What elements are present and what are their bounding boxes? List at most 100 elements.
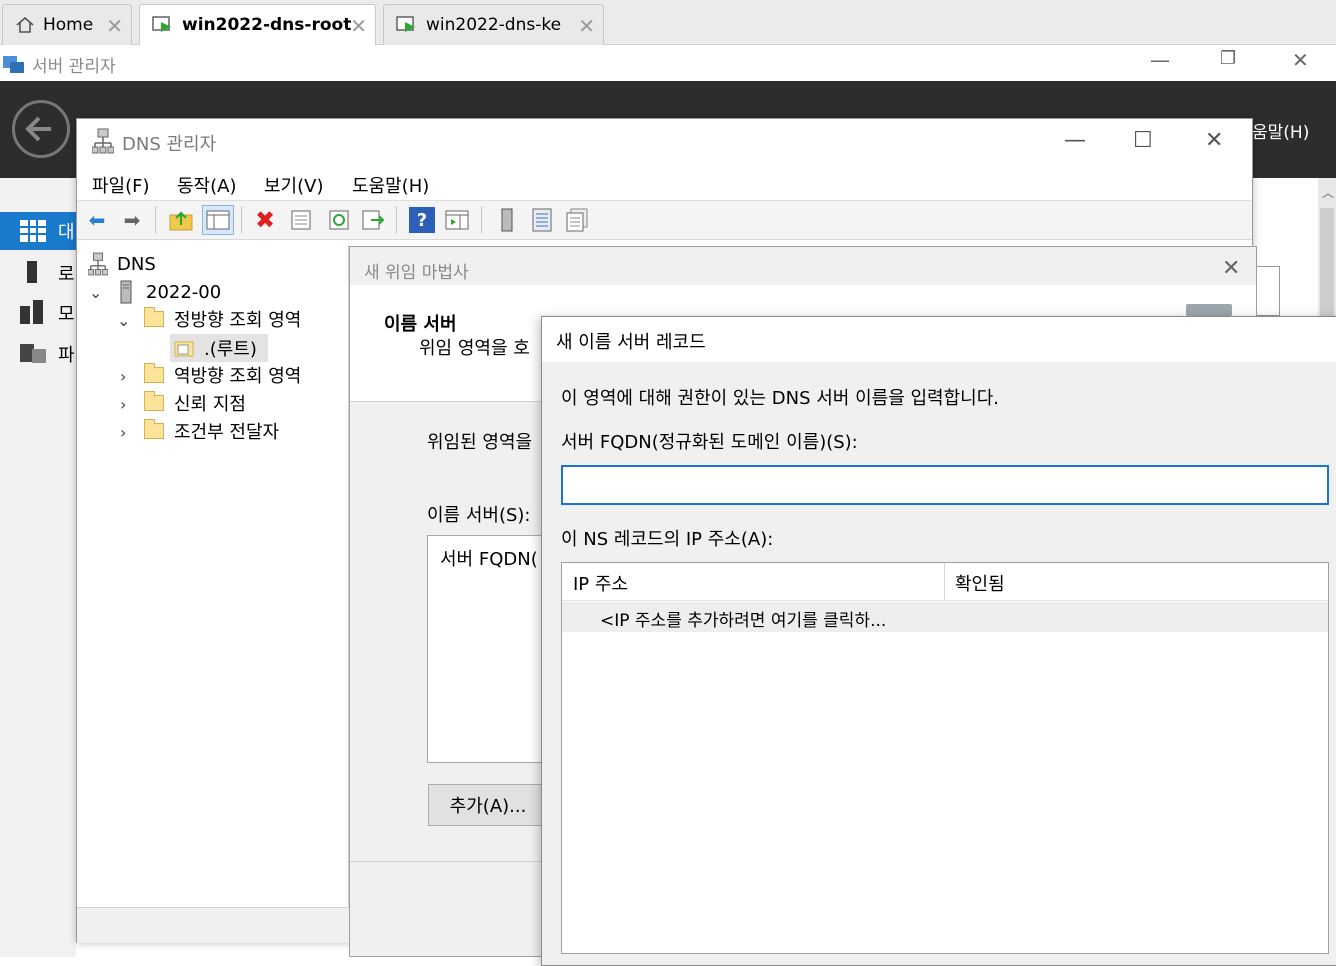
folder-icon [144,391,164,411]
tree-item-forward-lookup-zones[interactable]: 정방향 조회 영역 [144,306,301,332]
chevron-down-icon[interactable]: ⌄ [89,283,102,302]
dialog-title: 새 이름 서버 레코드 [556,332,706,353]
tree-item-dns[interactable]: DNS [88,251,156,277]
show-console-tree-icon[interactable] [202,205,234,235]
tree-item-label: 2022-00 [146,281,222,303]
menu-view[interactable]: 보기(V) [264,172,323,198]
properties-icon[interactable] [288,207,314,233]
refresh-icon[interactable] [326,207,352,233]
sidebar-item-label[interactable]: 모 [58,300,75,326]
tree-item-server[interactable]: 2022-00 [120,279,221,305]
close-icon[interactable]: ✕ [1292,48,1309,72]
folder-icon [144,419,164,439]
tab-label: win2022-dns-ke [426,15,562,35]
dns-icon [92,128,114,154]
chevron-right-icon[interactable]: › [120,367,126,386]
server-manager-title: 서버 관리자 [32,57,116,77]
tab-win2022-dns-ke[interactable]: win2022-dns-ke ✕ [383,4,604,45]
menu-action[interactable]: 동작(A) [177,172,236,198]
folder-icon [144,363,164,383]
minimize-icon[interactable]: — [1150,48,1170,72]
wizard-title: 새 위임 마법사 [364,263,469,283]
minimize-icon[interactable]: — [1064,128,1086,153]
delegated-zone-label: 위임된 영역을 [427,432,533,453]
back-button[interactable] [12,100,70,158]
server-icon[interactable] [494,207,520,233]
help-icon[interactable]: ? [409,207,435,233]
sidebar-item-label[interactable]: 파 [58,341,75,367]
dashboard-icon [20,220,46,242]
export-list-icon[interactable] [360,207,386,233]
forward-arrow-icon[interactable]: ➡ [119,207,145,233]
close-icon[interactable]: ✕ [578,14,595,38]
chevron-up-icon: ︿ [1322,186,1335,200]
fqdn-input[interactable] [561,465,1329,505]
close-icon[interactable]: ✕ [350,14,367,38]
vm-icon [396,16,415,32]
maximize-icon[interactable]: ☐ [1133,128,1153,153]
wizard-page-subtitle: 위임 영역을 호 [419,338,530,359]
sidebar-item-label[interactable]: 로 [58,260,75,286]
server-manager-titlebar [0,45,1336,81]
zone-list-icon[interactable] [564,207,590,233]
tree-item-conditional-forwarders[interactable]: 조건부 전달자 [144,418,279,444]
close-icon[interactable]: ✕ [1205,128,1223,153]
dialog-description: 이 영역에 대해 권한이 있는 DNS 서버 이름을 입력합니다. [561,388,1000,409]
server-icon [1186,304,1232,316]
column-header-validated[interactable]: 확인됨 [955,570,1005,596]
tree-item-root-zone[interactable]: .(루트) [174,335,257,361]
tree-item-reverse-lookup-zones[interactable]: 역방향 조회 영역 [144,362,301,388]
dns-icon [88,252,108,276]
window-frame [1257,266,1280,316]
tree-item-label: 신뢰 지점 [174,394,246,415]
server-icon [120,280,132,304]
grid-header [562,563,1328,601]
fqdn-label: 서버 FQDN(정규화된 도메인 이름)(S): [561,432,858,453]
server-manager-sidebar [0,178,76,957]
tab-label: Home [43,15,94,35]
vm-icon [152,16,171,32]
scrollbar[interactable]: ︿ [1318,178,1336,318]
menu-bar [77,165,1252,199]
list-column-header[interactable]: 서버 FQDN( [440,545,538,571]
name-servers-label: 이름 서버(S): [427,505,531,526]
add-ip-hint[interactable]: <IP 주소를 추가하려면 여기를 클릭하... [600,606,886,631]
menu-help[interactable]: 도움말(H) [352,172,429,198]
toolbar-separator [241,206,242,234]
tab-home[interactable]: Home ✕ [2,4,132,45]
help-menu[interactable]: 움말(H) [1252,118,1309,143]
scrollbar-thumb[interactable] [1320,208,1334,318]
all-servers-icon [20,300,43,324]
add-button[interactable]: 추가(A)... [428,784,548,826]
delete-icon[interactable]: ✖ [252,206,278,234]
dns-manager-title: DNS 관리자 [122,134,217,155]
tab-label: win2022-dns-root [182,15,352,35]
tree-item-label: DNS [117,253,156,275]
tab-win2022-dns-root[interactable]: win2022-dns-root ✕ [139,4,376,45]
file-services-icon [20,344,46,363]
chevron-right-icon[interactable]: › [120,423,126,442]
server-manager-icon [3,56,24,73]
chevron-right-icon[interactable]: › [120,395,126,414]
tree-item-trust-points[interactable]: 신뢰 지점 [144,390,246,416]
close-icon[interactable]: ✕ [106,14,123,38]
home-icon [16,16,34,33]
close-icon[interactable]: ✕ [1222,256,1240,281]
folder-icon [144,307,164,327]
column-header-ip-address[interactable]: IP 주소 [573,570,628,596]
toolbar-separator [155,206,156,234]
action-pane-icon[interactable] [444,207,470,233]
menu-file[interactable]: 파일(F) [92,172,150,198]
zone-icon [174,341,194,357]
column-separator[interactable] [944,563,945,601]
tree-item-label: 정방향 조회 영역 [174,310,302,331]
ip-address-label: 이 NS 레코드의 IP 주소(A): [561,529,774,550]
restore-icon[interactable]: ❐ [1220,48,1236,69]
record-list-icon[interactable] [529,207,555,233]
chevron-down-icon[interactable]: ⌄ [117,311,130,330]
wizard-page-title: 이름 서버 [384,314,457,335]
status-bar [77,907,349,943]
back-arrow-icon[interactable]: ⬅ [84,207,110,233]
sidebar-item-label[interactable]: 대 [58,218,75,244]
up-folder-icon[interactable] [168,207,194,233]
